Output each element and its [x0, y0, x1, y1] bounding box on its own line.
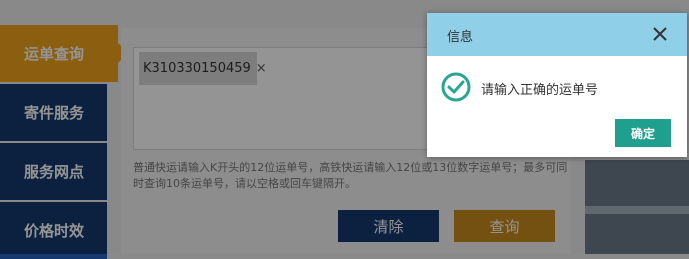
check-circle-icon [441, 72, 471, 102]
dialog-title: 信息 [447, 30, 474, 45]
dialog-message: 请输入正确的运单号 [481, 83, 599, 98]
confirm-button[interactable]: 确定 [615, 119, 671, 147]
close-icon[interactable] [649, 23, 671, 45]
dialog-header: 信息 [427, 13, 687, 56]
info-dialog: 信息 请输入正确的运单号 确定 [427, 13, 687, 157]
